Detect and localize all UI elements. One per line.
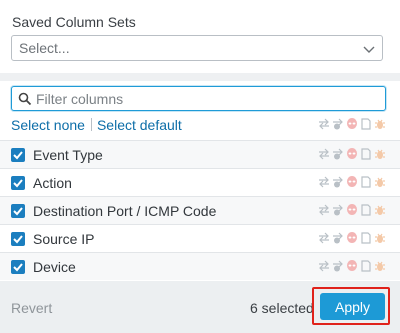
- info-exchange-icon: [333, 204, 343, 216]
- checkbox[interactable]: [11, 232, 25, 246]
- alien-icon: [347, 204, 357, 215]
- filter-columns-field[interactable]: [11, 86, 386, 111]
- filter-columns-input[interactable]: [36, 89, 376, 108]
- info-exchange-icon: [333, 176, 343, 188]
- alien-icon: [347, 148, 357, 159]
- arrows-exchange-icon: [319, 176, 329, 188]
- bug-icon: [375, 261, 385, 271]
- arrows-exchange-icon: [319, 260, 329, 272]
- document-icon: [361, 232, 371, 244]
- checkmark-icon: [13, 207, 23, 216]
- alien-icon: [347, 232, 357, 243]
- document-icon: [361, 148, 371, 160]
- arrows-exchange-icon: [319, 204, 329, 216]
- column-type-icons: [318, 148, 386, 160]
- column-label: Device: [33, 259, 76, 275]
- column-type-icons: [318, 260, 386, 272]
- checkmark-icon: [13, 151, 23, 160]
- info-exchange-icon: [333, 260, 343, 272]
- checkbox[interactable]: [11, 260, 25, 274]
- column-label: Source IP: [33, 231, 95, 247]
- checkmark-icon: [13, 179, 23, 188]
- checkbox[interactable]: [11, 176, 25, 190]
- arrows-exchange-icon: [319, 232, 329, 244]
- saved-column-sets-value: Select...: [19, 40, 70, 56]
- footer-bar: Revert 6 selected Apply: [0, 281, 400, 333]
- apply-button[interactable]: Apply: [320, 293, 385, 320]
- column-row[interactable]: Destination Port / ICMP Code: [0, 196, 400, 224]
- bug-icon: [375, 177, 385, 187]
- column-row[interactable]: Source IP: [0, 224, 400, 252]
- checkmark-icon: [13, 263, 23, 272]
- alien-icon: [347, 118, 357, 129]
- column-label: Event Type: [33, 147, 103, 163]
- column-picker-panel: Saved Column Sets Select... Select noneS…: [0, 0, 400, 333]
- document-icon: [361, 204, 371, 216]
- document-icon: [361, 176, 371, 188]
- arrows-exchange-icon: [319, 118, 329, 130]
- selection-links: Select none Select default: [11, 117, 182, 135]
- document-icon: [361, 118, 371, 130]
- info-exchange-icon: [333, 148, 343, 160]
- checkbox[interactable]: [11, 204, 25, 218]
- arrows-exchange-icon: [319, 148, 329, 160]
- column-row[interactable]: Device: [0, 252, 400, 280]
- column-row[interactable]: Action: [0, 168, 400, 196]
- select-default-link[interactable]: Select default: [97, 117, 182, 133]
- column-label: Destination Port / ICMP Code: [33, 203, 217, 219]
- bug-icon: [375, 149, 385, 159]
- bug-icon: [375, 119, 385, 129]
- column-label: Action: [33, 175, 72, 191]
- select-none-link[interactable]: Select none: [11, 117, 85, 133]
- column-type-icons: [318, 232, 386, 244]
- info-exchange-icon: [333, 118, 343, 130]
- link-separator: [90, 118, 92, 131]
- chevron-down-icon: [363, 46, 375, 53]
- search-icon: [18, 92, 32, 106]
- saved-column-sets-label: Saved Column Sets: [12, 14, 136, 30]
- info-exchange-icon: [333, 232, 343, 244]
- bug-icon: [375, 205, 385, 215]
- column-type-icons: [318, 176, 386, 188]
- column-type-icons: [318, 204, 386, 216]
- alien-icon: [347, 260, 357, 271]
- checkbox[interactable]: [11, 148, 25, 162]
- revert-button[interactable]: Revert: [11, 300, 52, 316]
- saved-column-sets-select[interactable]: Select...: [11, 35, 383, 61]
- document-icon: [361, 260, 371, 272]
- column-row[interactable]: Event Type: [0, 140, 400, 168]
- bug-icon: [375, 233, 385, 243]
- selected-count: 6 selected: [250, 300, 314, 316]
- checkmark-icon: [13, 235, 23, 244]
- section-divider: [0, 73, 400, 81]
- alien-icon: [347, 176, 357, 187]
- column-list: Event Type Action Destination Port / ICM…: [0, 140, 400, 280]
- column-type-icons-header: [318, 118, 386, 130]
